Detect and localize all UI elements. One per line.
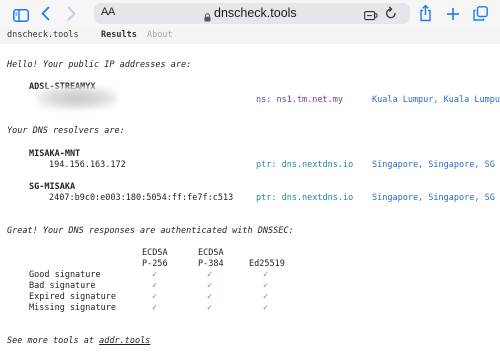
intro-text: Hello! Your public IP addresses are: xyxy=(7,60,192,70)
check-icon: ✓ xyxy=(152,303,158,313)
resolver-location: Singapore, Singapore, SG xyxy=(372,160,495,170)
sidebar-icon[interactable] xyxy=(13,7,29,26)
check-icon: ✓ xyxy=(152,281,158,291)
dnssec-column-header: P-384 xyxy=(198,259,224,269)
nav-about-link[interactable]: About xyxy=(147,30,173,40)
check-icon: ✓ xyxy=(207,292,213,302)
resolvers-heading: Your DNS resolvers are: xyxy=(7,126,125,136)
dnssec-column-header: ECDSA xyxy=(142,248,168,258)
resolver-location: Singapore, Singapore, SG xyxy=(372,193,495,203)
new-tab-icon[interactable] xyxy=(446,6,460,25)
check-icon: ✓ xyxy=(207,303,213,313)
resolver-ip: 194.156.163.172 xyxy=(49,160,126,170)
reader-aa-button[interactable]: AA xyxy=(101,6,115,18)
check-icon: ✓ xyxy=(152,292,158,302)
check-icon: ✓ xyxy=(207,281,213,291)
tabs-icon[interactable] xyxy=(473,6,488,25)
dnssec-row-label: Expired signature xyxy=(29,292,116,302)
check-icon: ✓ xyxy=(152,270,158,280)
dnssec-row-label: Good signature xyxy=(29,270,101,280)
check-icon: ✓ xyxy=(207,270,213,280)
addr-tools-link[interactable]: addr.tools xyxy=(99,336,150,346)
reload-icon[interactable] xyxy=(385,6,397,25)
check-icon: ✓ xyxy=(263,303,269,313)
site-nav: dnscheck.tools Results About xyxy=(0,28,500,44)
footer-text: See more tools at addr.tools xyxy=(7,336,150,346)
resolver-name: MISAKA-MNT xyxy=(29,149,81,159)
dnssec-column-header: Ed25519 xyxy=(249,259,285,269)
browser-toolbar: AA dnscheck.tools xyxy=(0,0,500,28)
dnssec-heading: Great! Your DNS responses are authentica… xyxy=(7,226,294,236)
footer-prefix: See more tools at xyxy=(7,336,100,346)
dnssec-row-label: Missing signature xyxy=(29,303,116,313)
resolver-ptr: ptr: dns.nextdns.io xyxy=(256,160,354,170)
dnssec-column-header: P-256 xyxy=(142,259,168,269)
address-bar[interactable]: AA dnscheck.tools xyxy=(94,3,410,24)
back-icon[interactable] xyxy=(41,6,50,25)
check-icon: ✓ xyxy=(263,281,269,291)
lock-icon xyxy=(204,9,211,27)
public-ip-ns: ns: ns1.tm.net.my xyxy=(256,95,343,105)
redacted-ip xyxy=(36,86,118,110)
resolver-ptr: ptr: dns.nextdns.io xyxy=(256,193,354,203)
resolver-ip: 2407:b9c0:e003:180:5054:ff:fe7f:c513 xyxy=(49,193,234,203)
url-text: dnscheck.tools xyxy=(214,6,297,20)
public-ip-location: Kuala Lumpur, Kuala Lumpu xyxy=(372,95,500,105)
extension-icon[interactable] xyxy=(364,8,378,26)
share-icon[interactable] xyxy=(419,4,432,26)
site-brand-link[interactable]: dnscheck.tools xyxy=(7,30,79,40)
check-icon: ✓ xyxy=(263,270,269,280)
forward-icon[interactable] xyxy=(67,6,76,25)
nav-results-link[interactable]: Results xyxy=(101,30,137,40)
dnssec-row-label: Bad signature xyxy=(29,281,96,291)
check-icon: ✓ xyxy=(263,292,269,302)
resolver-name: SG-MISAKA xyxy=(29,182,76,192)
dnssec-column-header: ECDSA xyxy=(198,248,224,258)
